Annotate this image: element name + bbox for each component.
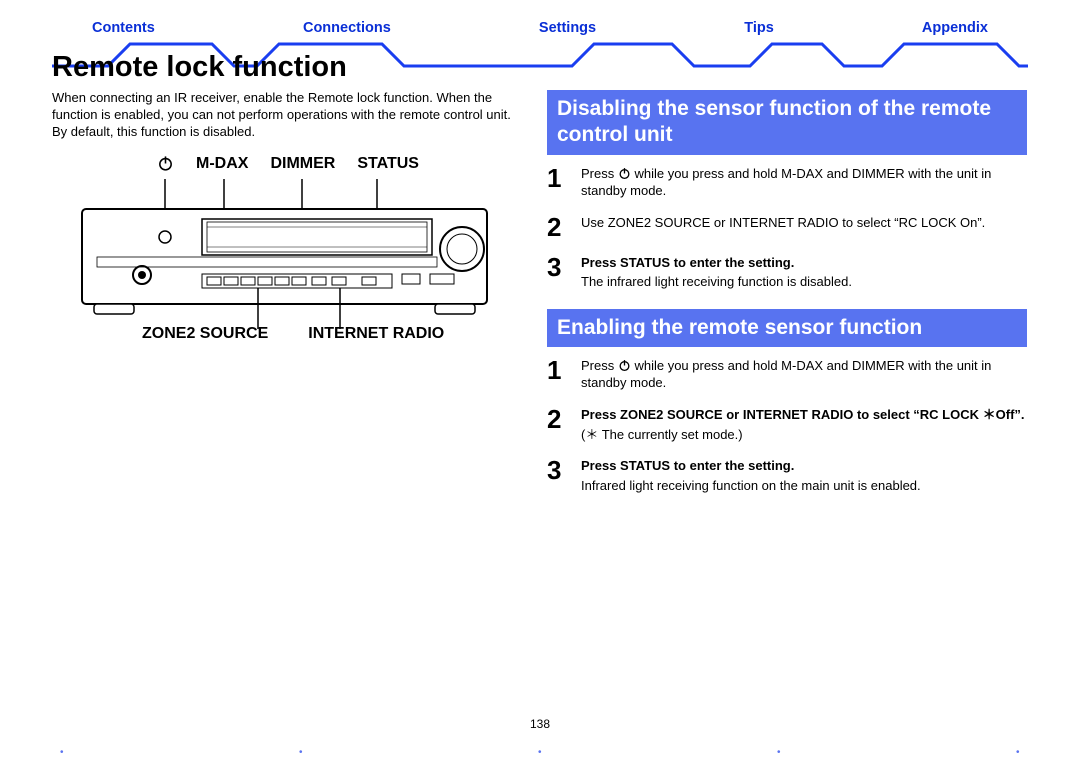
step-number: 3 xyxy=(547,457,569,494)
device-illustration xyxy=(52,179,517,329)
tab-settings[interactable]: Settings xyxy=(539,20,596,36)
top-nav: Contents Connections Settings Tips Appen… xyxy=(52,20,1028,36)
tab-contents[interactable]: Contents xyxy=(92,20,155,36)
label-mdax: M-DAX xyxy=(196,155,248,175)
section-disable-heading: Disabling the sensor function of the rem… xyxy=(547,90,1027,155)
disable-step2: Use ZONE2 SOURCE or INTERNET RADIO to se… xyxy=(581,214,985,240)
power-icon xyxy=(618,166,631,181)
label-internet-radio: INTERNET RADIO xyxy=(308,325,444,343)
tab-appendix[interactable]: Appendix xyxy=(922,20,988,36)
power-icon xyxy=(157,155,174,175)
enable-step3: Press STATUS to enter the setting. Infra… xyxy=(581,457,921,494)
footer-dots: ••••• xyxy=(60,747,1020,751)
step-number: 2 xyxy=(547,406,569,443)
disable-step3: Press STATUS to enter the setting. The i… xyxy=(581,254,852,291)
step-number: 1 xyxy=(547,165,569,200)
label-zone2-source: ZONE2 SOURCE xyxy=(142,325,268,343)
top-callout-row: M-DAX DIMMER STATUS xyxy=(52,155,517,175)
step-number: 3 xyxy=(547,254,569,291)
intro-text-2: By default, this function is disabled. xyxy=(52,124,517,141)
label-dimmer: DIMMER xyxy=(270,155,335,175)
page-number: 138 xyxy=(0,717,1080,731)
section-enable-heading: Enabling the remote sensor function xyxy=(547,309,1027,347)
tab-divider xyxy=(52,40,1028,43)
power-icon xyxy=(618,358,631,373)
tab-connections[interactable]: Connections xyxy=(303,20,391,36)
disable-step1: Press while you press and hold M-DAX and… xyxy=(581,165,1027,200)
enable-step1: Press while you press and hold M-DAX and… xyxy=(581,357,1027,392)
intro-text-1: When connecting an IR receiver, enable t… xyxy=(52,90,517,124)
step-number: 1 xyxy=(547,357,569,392)
tab-tips[interactable]: Tips xyxy=(744,20,774,36)
step-number: 2 xyxy=(547,214,569,240)
enable-step2: Press ZONE2 SOURCE or INTERNET RADIO to … xyxy=(581,406,1025,443)
label-status: STATUS xyxy=(357,155,419,175)
